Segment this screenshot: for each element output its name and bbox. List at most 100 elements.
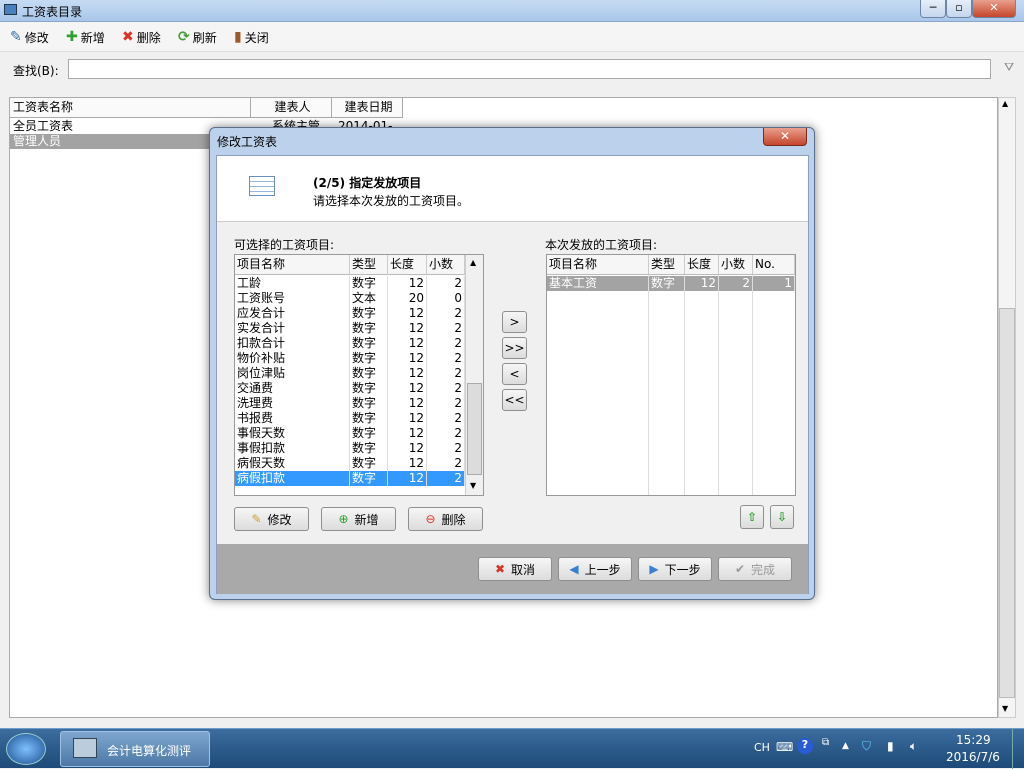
close-window-button[interactable]: ▮ 关闭 [234, 27, 269, 47]
delete-button[interactable]: ✖ 删除 [122, 27, 161, 47]
grid-scrollbar[interactable]: ▲ ▼ [465, 255, 483, 495]
grid-cell: 事假扣款 [235, 441, 350, 456]
grid-cell: 实发合计 [235, 321, 350, 336]
show-hidden-icons[interactable]: ▲ [842, 741, 849, 751]
grid-cell: 数字 [350, 471, 388, 486]
language-indicator[interactable]: CH [754, 741, 770, 754]
start-button[interactable] [6, 733, 46, 765]
next-button[interactable]: ▶ 下一步 [638, 557, 712, 581]
col-decimals[interactable]: 小数 [719, 255, 753, 275]
grid-row[interactable]: 扣款合计 数字 12 2 [235, 336, 465, 351]
grid-row[interactable]: 工资账号 文本 20 0 [235, 291, 465, 306]
grid-row[interactable]: 实发合计 数字 12 2 [235, 321, 465, 336]
maximize-button[interactable]: ▫ [946, 0, 972, 18]
col-item-name[interactable]: 项目名称 [547, 255, 649, 275]
shield-icon[interactable]: ⛉ [862, 739, 871, 754]
add-all-button[interactable]: >> [502, 337, 527, 359]
plus-circle-icon: ⊕ [338, 512, 349, 526]
grid-row[interactable]: 书报费 数字 12 2 [235, 411, 465, 426]
grid-cell: 12 [388, 366, 427, 381]
grid-row[interactable]: 事假扣款 数字 12 2 [235, 441, 465, 456]
keyboard-icon[interactable]: ⌨ [776, 740, 793, 754]
show-desktop-button[interactable] [1012, 729, 1024, 769]
arrow-down-icon: ⇩ [776, 510, 788, 524]
remove-one-button[interactable]: < [502, 363, 527, 385]
help-icon[interactable]: ? [797, 738, 813, 754]
refresh-button[interactable]: ⟳ 刷新 [178, 27, 217, 47]
item-edit-button[interactable]: ✎ 修改 [234, 507, 309, 531]
search-input[interactable] [68, 59, 991, 79]
cancel-button[interactable]: ✖ 取消 [478, 557, 552, 581]
col-type[interactable]: 类型 [649, 255, 685, 275]
grid-cell: 数字 [350, 306, 388, 321]
list-scrollbar[interactable]: ▲ ▼ [998, 97, 1016, 718]
volume-icon[interactable]: 🔈︎ [910, 739, 917, 754]
add-one-button[interactable]: > [502, 311, 527, 333]
grid-row[interactable]: 交通费 数字 12 2 [235, 381, 465, 396]
item-add-label: 新增 [354, 512, 379, 527]
arrow-up-icon: ⇧ [746, 510, 758, 524]
grid-cell: 2 [427, 276, 465, 291]
grid-row[interactable]: 应发合计 数字 12 2 [235, 306, 465, 321]
check-icon: ✔ [734, 562, 746, 576]
col-length[interactable]: 长度 [685, 255, 719, 275]
scroll-up-icon[interactable]: ▲ [1002, 99, 1008, 108]
row-name: 管理人员 [13, 134, 62, 148]
power-icon[interactable]: ▮ [887, 739, 894, 753]
edit-button[interactable]: ✎ 修改 [10, 27, 49, 47]
grid-row[interactable]: 病假扣款 数字 12 2 [235, 471, 465, 486]
grid-cell: 20 [388, 291, 427, 306]
dialog-close-button[interactable]: ✕ [763, 128, 807, 146]
minimize-button[interactable]: ─ [920, 0, 946, 18]
col-header-date[interactable]: 建表日期 [332, 98, 403, 118]
clock-date[interactable]: 2016/7/6 [946, 750, 1000, 764]
scroll-thumb[interactable] [467, 383, 482, 475]
network-icon[interactable]: ⧉ [822, 737, 829, 748]
grid-cell: 12 [388, 396, 427, 411]
grid-row[interactable]: 基本工资 数字 12 2 1 [547, 276, 795, 291]
remove-all-button[interactable]: << [502, 389, 527, 411]
refresh-label: 刷新 [192, 30, 217, 45]
col-type[interactable]: 类型 [350, 255, 388, 275]
filter-icon[interactable]: ⛛ [1004, 60, 1014, 75]
scroll-down-icon[interactable]: ▼ [470, 481, 476, 490]
taskbar-app-button[interactable]: 会计电算化测评 [60, 731, 210, 767]
col-length[interactable]: 长度 [388, 255, 427, 275]
grid-row[interactable]: 病假天数 数字 12 2 [235, 456, 465, 471]
scroll-up-icon[interactable]: ▲ [470, 258, 476, 267]
scroll-down-icon[interactable]: ▼ [1002, 704, 1008, 713]
col-decimals[interactable]: 小数 [427, 255, 465, 275]
step-title: (2/5) 指定发放项目 [313, 176, 422, 190]
add-button[interactable]: ✚ 新增 [66, 27, 105, 47]
col-header-name[interactable]: 工资表名称 [10, 98, 251, 118]
grid-cell: 数字 [350, 351, 388, 366]
grid-row[interactable]: 洗理费 数字 12 2 [235, 396, 465, 411]
move-down-button[interactable]: ⇩ [770, 505, 794, 529]
col-number[interactable]: No. [753, 255, 795, 275]
finish-button[interactable]: ✔ 完成 [718, 557, 792, 581]
grid-cell: 数字 [350, 411, 388, 426]
close-button[interactable]: ✕ [972, 0, 1016, 18]
move-up-button[interactable]: ⇧ [740, 505, 764, 529]
selected-items-label: 本次发放的工资项目: [545, 238, 658, 252]
col-item-name[interactable]: 项目名称 [235, 255, 350, 275]
prev-button[interactable]: ◀ 上一步 [558, 557, 632, 581]
grid-row[interactable]: 事假天数 数字 12 2 [235, 426, 465, 441]
scroll-thumb[interactable] [999, 308, 1015, 698]
window-title: 工资表目录 [22, 5, 83, 19]
grid-row[interactable]: 岗位津贴 数字 12 2 [235, 366, 465, 381]
grid-row[interactable]: 工龄 数字 12 2 [235, 276, 465, 291]
grid-row[interactable]: 物价补贴 数字 12 2 [235, 351, 465, 366]
prev-label: 上一步 [584, 562, 621, 577]
grid-cell: 12 [388, 471, 427, 486]
item-add-button[interactable]: ⊕ 新增 [321, 507, 396, 531]
grid-cell: 2 [427, 441, 465, 456]
clock-time[interactable]: 15:29 [956, 733, 991, 747]
grid-cell: 12 [685, 276, 719, 291]
grid-cell: 事假天数 [235, 426, 350, 441]
search-bar: 查找(B): ⛛ [0, 54, 1024, 84]
col-header-creator[interactable]: 建表人 [251, 98, 332, 118]
grid-cell: 1 [753, 276, 795, 291]
grid-cell: 数字 [350, 336, 388, 351]
item-delete-button[interactable]: ⊖ 删除 [408, 507, 483, 531]
